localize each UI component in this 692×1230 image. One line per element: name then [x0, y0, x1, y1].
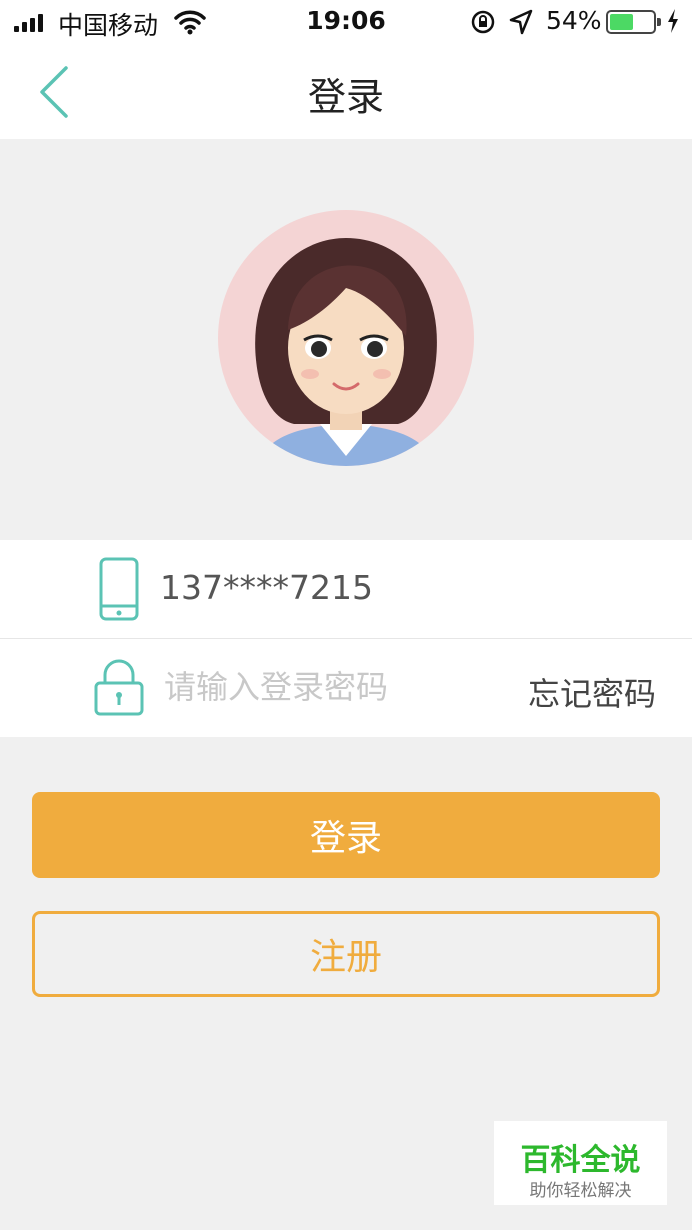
- battery-icon: [606, 10, 661, 34]
- nav-bar: 登录: [0, 46, 692, 139]
- phone-icon: [98, 556, 140, 626]
- watermark-title: 百科全说: [520, 1143, 641, 1178]
- rotation-lock-icon: [470, 9, 496, 41]
- password-input[interactable]: [164, 663, 484, 711]
- login-button[interactable]: 登录: [32, 792, 660, 878]
- avatar: [218, 210, 474, 466]
- forgot-password-link[interactable]: 忘记密码: [528, 669, 656, 715]
- lock-icon: [93, 657, 145, 721]
- page-title: 登录: [307, 75, 384, 119]
- location-arrow-icon: [509, 9, 533, 41]
- password-field-row: 忘记密码: [0, 639, 692, 737]
- phone-field-row[interactable]: 137****7215: [0, 540, 692, 639]
- watermark-subtitle: 助你轻松解决: [529, 1181, 632, 1201]
- battery-percent: 54%: [546, 6, 602, 35]
- status-bar: 中国移动 19:06 54%: [0, 0, 692, 46]
- watermark-logo: 百科全说 助你轻松解决: [494, 1121, 667, 1205]
- phone-number-value[interactable]: 137****7215: [160, 568, 373, 607]
- register-button[interactable]: 注册: [32, 911, 660, 997]
- charging-bolt-icon: [666, 8, 680, 40]
